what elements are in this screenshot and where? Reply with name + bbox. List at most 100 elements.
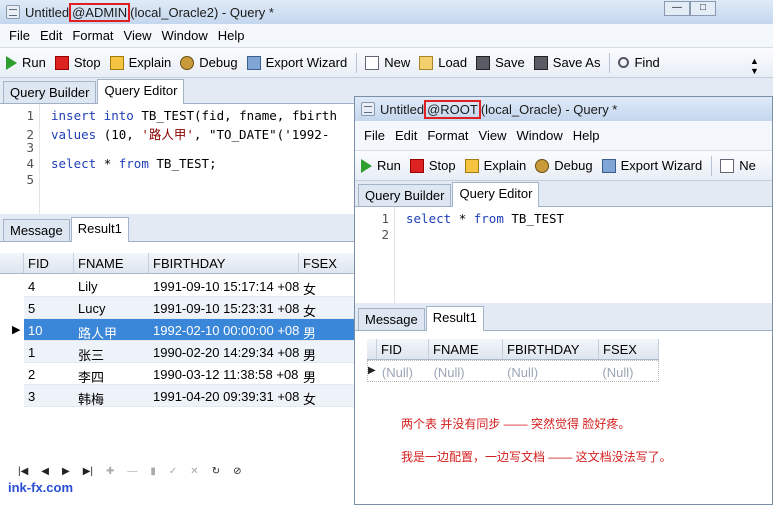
table-cell[interactable]: 2 bbox=[24, 363, 74, 384]
table-cell[interactable]: (Null) bbox=[430, 361, 504, 381]
table-cell[interactable]: 李四 bbox=[74, 363, 149, 384]
table-cell[interactable]: 男 bbox=[299, 363, 360, 384]
tab-query-editor[interactable]: Query Editor bbox=[452, 182, 540, 207]
column-fsex[interactable]: FSEX bbox=[299, 253, 360, 273]
tab-query-editor[interactable]: Query Editor bbox=[97, 79, 185, 104]
code-line: 5 bbox=[0, 172, 51, 188]
menu-view[interactable]: View bbox=[119, 28, 157, 43]
menu-help[interactable]: Help bbox=[568, 128, 605, 143]
column-fid[interactable]: FID bbox=[377, 339, 429, 359]
line-number: 3 bbox=[26, 140, 34, 155]
table-row[interactable]: ▶ (Null) (Null) (Null) (Null) bbox=[367, 360, 659, 382]
export-wizard-button[interactable]: Export Wizard bbox=[601, 158, 702, 173]
table-row[interactable]: 2 李四 1990-03-12 11:38:58 +08 男 bbox=[24, 363, 360, 385]
column-fid[interactable]: FID bbox=[24, 253, 74, 273]
table-row[interactable]: 1 张三 1990-02-20 14:29:34 +08 男 bbox=[24, 341, 360, 363]
table-cell[interactable]: 男 bbox=[299, 319, 360, 340]
run-button[interactable]: Run bbox=[6, 55, 46, 70]
column-fname[interactable]: FNAME bbox=[429, 339, 503, 359]
tab-query-builder[interactable]: Query Builder bbox=[358, 184, 452, 206]
menu-window[interactable]: Window bbox=[156, 28, 212, 43]
result-grid: FID FNAME FBIRTHDAY FSEX ▶ (Null) (Null)… bbox=[355, 337, 772, 504]
table-cell[interactable]: 路人甲 bbox=[74, 319, 149, 340]
table-cell[interactable]: 女 bbox=[299, 385, 360, 406]
table-cell[interactable]: (Null) bbox=[503, 361, 598, 381]
column-fbirthday[interactable]: FBIRTHDAY bbox=[503, 339, 599, 359]
code-keyword: values bbox=[51, 127, 104, 142]
line-number: 1 bbox=[26, 108, 34, 123]
table-cell[interactable]: 3 bbox=[24, 385, 74, 406]
tab-result1[interactable]: Result1 bbox=[70, 217, 129, 242]
run-button[interactable]: Run bbox=[361, 158, 401, 173]
toolbar-divider bbox=[356, 52, 358, 73]
menu-format[interactable]: Format bbox=[422, 128, 473, 143]
add-record-icon[interactable]: ✚ bbox=[106, 466, 114, 477]
table-cell[interactable]: 1991-09-10 15:23:31 +08 bbox=[149, 297, 299, 318]
refresh-icon[interactable]: ↻ bbox=[212, 466, 220, 477]
table-cell[interactable]: 10 bbox=[24, 319, 74, 340]
table-cell[interactable]: (Null) bbox=[378, 361, 430, 381]
table-cell[interactable]: 男 bbox=[299, 341, 360, 362]
table-cell[interactable]: 1991-09-10 15:17:14 +08 bbox=[149, 275, 299, 296]
stop-refresh-icon[interactable]: ⊘ bbox=[233, 466, 241, 477]
previous-record-icon[interactable]: ◀ bbox=[41, 466, 49, 477]
tab-result1[interactable]: Result1 bbox=[425, 306, 484, 331]
maximize-button[interactable]: □ bbox=[690, 1, 716, 16]
table-row[interactable]: 10 路人甲 1992-02-10 00:00:00 +08 男 bbox=[24, 319, 360, 341]
column-fbirthday[interactable]: FBIRTHDAY bbox=[149, 253, 299, 273]
new-button[interactable]: Ne bbox=[720, 158, 756, 173]
edit-record-icon[interactable]: ▮ bbox=[150, 466, 156, 477]
table-cell[interactable]: Lily bbox=[74, 275, 149, 296]
table-cell[interactable]: 4 bbox=[24, 275, 74, 296]
save-as-button[interactable]: Save As bbox=[533, 55, 600, 70]
table-cell[interactable]: 1991-04-20 09:39:31 +08 bbox=[149, 385, 299, 406]
debug-button[interactable]: Debug bbox=[535, 158, 593, 173]
menu-format[interactable]: Format bbox=[67, 28, 118, 43]
last-record-icon[interactable]: ▶| bbox=[83, 466, 93, 477]
tab-query-builder[interactable]: Query Builder bbox=[3, 81, 97, 103]
tab-message[interactable]: Message bbox=[358, 308, 425, 330]
menu-file[interactable]: File bbox=[4, 28, 35, 43]
menu-edit[interactable]: Edit bbox=[35, 28, 67, 43]
first-record-icon[interactable]: |◀ bbox=[18, 466, 28, 477]
sql-editor[interactable]: 1 select * from TB_TEST 2 bbox=[355, 207, 772, 303]
table-cell[interactable]: 女 bbox=[299, 275, 360, 296]
table-cell[interactable]: Lucy bbox=[74, 297, 149, 318]
debug-button[interactable]: Debug bbox=[180, 55, 238, 70]
apply-record-icon[interactable]: ✓ bbox=[169, 466, 177, 477]
next-record-icon[interactable]: ▶ bbox=[62, 466, 70, 477]
table-cell[interactable]: 女 bbox=[299, 297, 360, 318]
column-fname[interactable]: FNAME bbox=[74, 253, 149, 273]
menu-window[interactable]: Window bbox=[511, 128, 567, 143]
menu-file[interactable]: File bbox=[359, 128, 390, 143]
explain-button[interactable]: Explain bbox=[109, 55, 171, 70]
find-button[interactable]: Find bbox=[618, 55, 660, 70]
column-fsex[interactable]: FSEX bbox=[599, 339, 659, 359]
load-button[interactable]: Load bbox=[419, 55, 467, 70]
delete-record-icon[interactable]: — bbox=[127, 466, 137, 477]
menu-view[interactable]: View bbox=[474, 128, 512, 143]
table-cell[interactable]: 韩梅 bbox=[74, 385, 149, 406]
menu-help[interactable]: Help bbox=[213, 28, 250, 43]
export-wizard-button[interactable]: Export Wizard bbox=[246, 55, 347, 70]
table-cell[interactable]: 1990-02-20 14:29:34 +08 bbox=[149, 341, 299, 362]
table-cell[interactable]: (Null) bbox=[598, 361, 658, 381]
table-cell[interactable]: 1992-02-10 00:00:00 +08 bbox=[149, 319, 299, 340]
save-button[interactable]: Save bbox=[476, 55, 525, 70]
toolbar-overflow-icon[interactable]: ▲ ▼ bbox=[750, 56, 759, 76]
table-row[interactable]: 5 Lucy 1991-09-10 15:23:31 +08 女 bbox=[24, 297, 360, 319]
table-cell[interactable]: 张三 bbox=[74, 341, 149, 362]
cancel-record-icon[interactable]: ✕ bbox=[190, 466, 198, 477]
explain-button[interactable]: Explain bbox=[464, 158, 526, 173]
menu-edit[interactable]: Edit bbox=[390, 128, 422, 143]
minimize-button[interactable]: — bbox=[664, 1, 690, 16]
new-button[interactable]: New bbox=[365, 55, 410, 70]
stop-button[interactable]: Stop bbox=[54, 55, 101, 70]
table-row[interactable]: 4 Lily 1991-09-10 15:17:14 +08 女 bbox=[24, 275, 360, 297]
table-cell[interactable]: 1 bbox=[24, 341, 74, 362]
table-cell[interactable]: 1990-03-12 11:38:58 +08 bbox=[149, 363, 299, 384]
table-row[interactable]: 3 韩梅 1991-04-20 09:39:31 +08 女 bbox=[24, 385, 360, 407]
stop-button[interactable]: Stop bbox=[409, 158, 456, 173]
table-cell[interactable]: 5 bbox=[24, 297, 74, 318]
tab-message[interactable]: Message bbox=[3, 219, 70, 241]
